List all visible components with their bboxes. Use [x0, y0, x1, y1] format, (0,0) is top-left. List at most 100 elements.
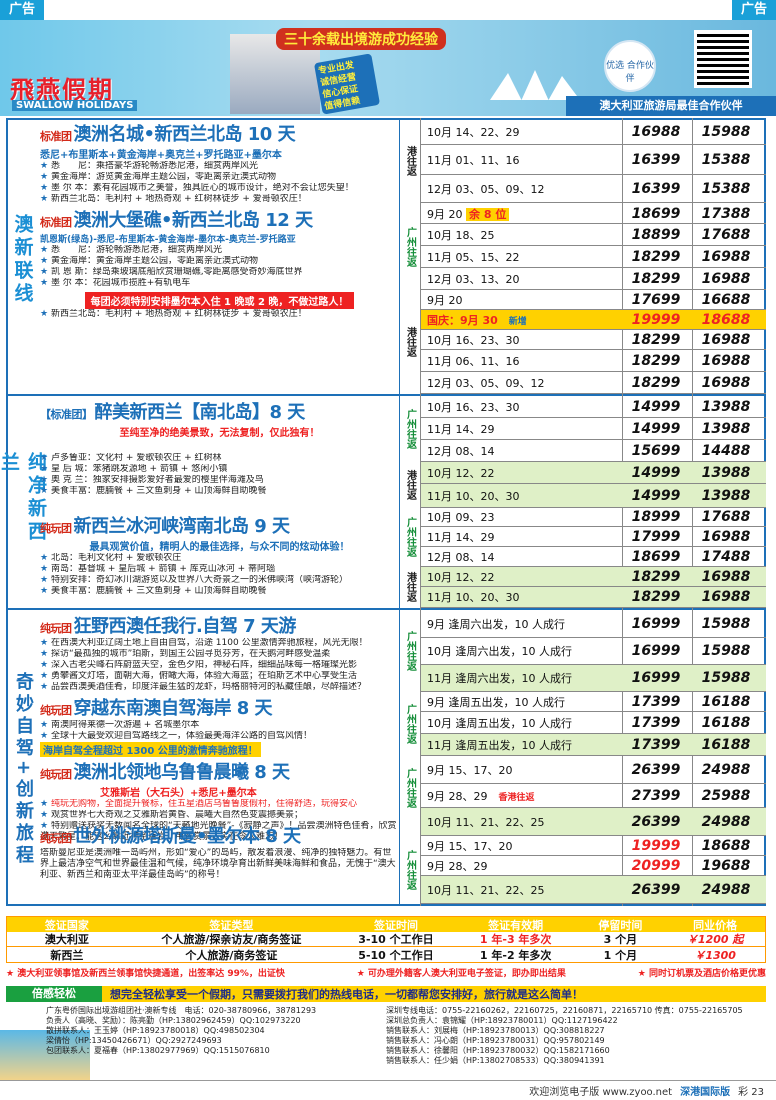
product-nz-glacier-9d[interactable]: 纯玩团 新西兰冰河峡湾南北岛 9 天 最具观赏价值，精明人的最佳选择，与众不同的炫…: [40, 512, 399, 606]
price-row[interactable]: 10月 12、22 18299 16988: [421, 567, 766, 587]
price-row[interactable]: 11月 逢周五出发，10 人成行 17399 16188: [421, 734, 766, 756]
product-title: 狂野西澳任我行.自驾 7 天游: [73, 616, 297, 637]
price-row[interactable]: 9月 20 17699 16688: [421, 290, 766, 310]
departure-via: 广州往返: [404, 631, 416, 671]
price-row[interactable]: 9月 28、29 香港往返 27399 25988: [421, 784, 766, 808]
itinerary-line: ★ 品尝西澳美酒佳肴，印度洋最生猛的龙虾，玛格丽特河的私藏佳酿，尽醉描述？: [40, 682, 366, 692]
itinerary-line: ★ 墨 尔 本：素有花园城市之美誉，独具匠心的城市设计，绝对不会让您失望！: [40, 183, 354, 193]
highlight-banner: 海岸自驾全程超过 1300 公里的激情奔驰旅程！: [40, 742, 261, 757]
product-se-coast-selfdrive-8d[interactable]: 纯玩团 穿越东南澳自驾海岸 8 天 ★ 南澳阿得莱德一次游遍 + 名城墨尔本 ★ …: [40, 694, 399, 757]
itinerary-line: ★ 北岛：毛利文化村 + 爱歌顿农庄: [40, 553, 182, 563]
product-tag: 纯玩团: [40, 622, 72, 635]
price-row[interactable]: 10月 11、21、22、25 26399 24988: [421, 876, 766, 904]
price-row[interactable]: 11月 06、11、16 18299 16988: [421, 350, 766, 372]
contact-shenzhen: 深圳专线电话：0755-22160262，22160725，22160871，2…: [386, 1006, 743, 1065]
section-label-aus-nz: 澳新联线: [11, 214, 34, 306]
product-subtitle: 凯恩斯(绿岛)-悉尼-布里斯本-黄金海岸-墨尔本-奥克兰-罗托路亚: [40, 235, 296, 245]
footer-brand: 深港国际版: [680, 1087, 731, 1098]
price-row[interactable]: 11月 14、29 17999 16988: [421, 527, 766, 547]
product-nz-8d[interactable]: 【标准团】 醉美新西兰【南北岛】8 天 至纯至净的绝美景致，无法复制，仅此独有！ …: [40, 398, 399, 508]
itinerary-line: ★ 南岛：基督城 + 皇后城 + 箭镇 + 库克山冰河 + 蒂阿瑙: [40, 564, 276, 574]
price-row[interactable]: 10月 12、22 14999 13988: [421, 462, 766, 484]
itinerary-line: ★ 全球十大最受欢迎自驾路线之一，体验最美海洋公路的自驾风情！: [40, 731, 312, 741]
product-gbr-nz-12d[interactable]: 标准团 澳洲大堡礁•新西兰北岛 12 天 凯恩斯(绿岛)-悉尼-布里斯本-黄金海岸…: [40, 206, 399, 326]
price-row-national-day[interactable]: 国庆：9月 30 新增 19999 18688: [421, 310, 766, 330]
departure-via: 广州往返: [404, 227, 416, 267]
partner-badge: 优选 合作伙伴: [604, 40, 656, 92]
departure-via: 港往返: [404, 470, 416, 500]
product-aus-nz-10d[interactable]: 标准团 澳洲名城•新西兰北岛 10 天 悉尼+布里斯本+黄金海岸+奥克兰+罗托路亚…: [40, 120, 399, 204]
price-row[interactable]: 10月 09、23 18999 17688: [421, 508, 766, 527]
price-row[interactable]: 9月 20 余 8 位 18699 17388: [421, 204, 766, 224]
itinerary-line: ★ 黄金海岸：黄金海岸主题公园，零距离亲近澳式动物: [40, 256, 258, 266]
price-row[interactable]: 10月 逢周六出发，10 人成行 16999 15988: [421, 638, 766, 665]
highlight-banner: 每团必须特别安排墨尔本入住 1 晚或 2 晚，不做过路人！: [84, 292, 355, 309]
product-tasmania-8d[interactable]: 纯玩团 世外桃源塔斯曼•墨尔本 8 天 塔斯曼尼亚是澳洲唯一岛屿州，形如“爱心”的…: [40, 822, 399, 904]
price-row[interactable]: 9月 逢周六出发，10 人成行 16999 15988: [421, 610, 766, 638]
itinerary-line: ★ 墨 尔 本：花园城市揽胜+有轨电车: [40, 278, 191, 288]
product-title: 澳洲大堡礁•新西兰北岛 12 天: [73, 210, 314, 231]
price-row[interactable]: 12月 03、05、09、12 18299 16988: [421, 372, 766, 394]
price-row[interactable]: 11月 05、15、22 18299 16988: [421, 246, 766, 268]
itinerary-line: ★ 新西兰北岛：毛利村 + 地热奇观 + 红树林徒步 + 爱哥顿农庄！: [40, 309, 307, 319]
price-row[interactable]: 11月 逢周六出发，10 人成行 16999 15988: [421, 665, 766, 692]
product-title: 澳洲北领地乌鲁鲁晨曦 8 天: [73, 762, 291, 783]
brand-logo-en: SWALLOW HOLIDAYS: [12, 100, 138, 111]
itinerary-line: ★ 探访“最孤独的城市”珀斯，到国王公园寻觅芬芳，在天鹅河畔感受温柔: [40, 649, 331, 659]
product-title: 澳洲名城•新西兰北岛 10 天: [73, 124, 296, 145]
departure-via: 广州往返: [404, 850, 416, 890]
price-row[interactable]: 10月 11、21、22、25 26399 24988: [421, 808, 766, 836]
price-row[interactable]: 12月 08、14 18699 17488: [421, 547, 766, 567]
footer-welcome[interactable]: 欢迎浏览电子版 www.zyoo.net: [529, 1083, 672, 1098]
product-subtitle: 悉尼+布里斯本+黄金海岸+奥克兰+罗托路亚+墨尔本: [40, 150, 282, 161]
product-wa-selfdrive-7d[interactable]: 纯玩团 狂野西澳任我行.自驾 7 天游 ★ 在西澳大利亚辽阔土地上自由自驾，沿途 …: [40, 612, 399, 692]
price-row[interactable]: 9月 15、17、20 26399 24988: [421, 756, 766, 784]
price-row[interactable]: 9月 15、17、20 19999 18688: [421, 836, 766, 856]
product-subtitle: 至纯至净的绝美景致，无法复制，仅此独有！: [119, 428, 320, 439]
price-row[interactable]: 10月 16、23、30 14999 13988: [421, 396, 766, 418]
contact-info: 广东粤侨国际出境游组团社·澳新专线 电话：020-38780966，387812…: [6, 1004, 766, 1078]
ad-label-left: 广告: [0, 0, 44, 20]
price-row[interactable]: 10月 16、23、30 18299 16988: [421, 330, 766, 350]
product-title: 新西兰冰河峡湾南北岛 9 天: [73, 516, 291, 537]
itinerary-line: ★ 卢多鲁亚：文化村 + 爱歌顿农庄 + 红树林: [40, 453, 222, 463]
itinerary-line: ★ 悉 尼：游轮畅游悉尼港，细赏两岸风光: [40, 245, 222, 255]
price-row[interactable]: 9月 逢周五出发，10 人成行 17399 16188: [421, 692, 766, 712]
product-subtitle: 艾雅斯岩（大石头）+悉尼+墨尔本: [100, 788, 257, 799]
price-row[interactable]: 10月 逢周五出发，10 人成行 17399 16188: [421, 712, 766, 734]
product-title: 世外桃源塔斯曼•墨尔本 8 天: [73, 826, 302, 847]
itinerary-line: ★ 黄金海岸：游览黄金海岸主题公园，零距离亲近澳式动物: [40, 172, 276, 182]
price-row[interactable]: 12月 03、13、20 18299 16988: [421, 268, 766, 290]
product-tag: 纯玩团: [40, 704, 72, 717]
price-row[interactable]: 10月 18、25 18899 17688: [421, 224, 766, 246]
itinerary-line: ★ 美食丰富：鹿腩餐 + 三文鱼刺身 + 山顶海鲜自助晚餐: [40, 486, 267, 496]
price-row[interactable]: 11月 01、11、16 16399 15388: [421, 145, 766, 175]
ad-label-right: 广告: [732, 0, 776, 20]
section-label-selfdrive: 奇妙自驾+创新旅程: [13, 672, 34, 868]
itinerary-line: ★ 在西澳大利亚辽阔土地上自由自驾，沿途 1100 公里激情奔驰旅程，风光无限！: [40, 638, 368, 648]
price-row[interactable]: 12月 08、14 15699 14488: [421, 440, 766, 462]
itinerary-line: ★ 勇攀酱文灯塔，面朝大海，俯瞰大海，体验大海蓝；在珀斯艺术中心享受生活: [40, 671, 357, 681]
product-tag: 标准团: [40, 216, 72, 229]
product-uluru-8d[interactable]: 纯玩团 澳洲北领地乌鲁鲁晨曦 8 天 艾雅斯岩（大石头）+悉尼+墨尔本 ★ 纯玩无…: [40, 758, 399, 842]
visa-row: 新西兰 个人旅游/商务签证 5-10 个工作日 1 年-2 年多次 1 个月 ￥1300: [50, 948, 736, 962]
qr-code[interactable]: [694, 30, 752, 88]
itinerary-line: ★ 南澳阿得莱德一次游遍 + 名城墨尔本: [40, 720, 200, 730]
page-footer: 欢迎浏览电子版 www.zyoo.net 深港国际版 彩 23: [0, 1080, 776, 1100]
relax-bar: 倍感轻松 想完全轻松享受一个假期，只需要拨打我们的热线电话，一切都帮您安排好，旅…: [6, 986, 766, 1002]
visa-table-header: 签证国家 签证类型 签证时间 签证有效期 停留时间 同业价格: [7, 917, 765, 932]
price-row[interactable]: 12月 03、05、09、12 16399 15388: [421, 175, 766, 203]
hk-return-note: 香港往返: [498, 792, 535, 803]
product-tag: 纯玩团: [40, 522, 72, 535]
product-tag: 纯玩团: [40, 768, 72, 781]
itinerary-line: ★ 纯玩无购物，全面提升餐标，住五星酒店乌鲁鲁度假村，住得舒适，玩得安心: [40, 799, 357, 809]
itinerary-line: ★ 特别安排：奇幻冰川湖游览以及世界八大奇景之一的米佛峡湾（峡湾游轮）: [40, 575, 348, 585]
price-row[interactable]: 11月 14、29 14999 13988: [421, 418, 766, 440]
price-row[interactable]: 10月 14、22、29 16988 15988: [421, 120, 766, 145]
departure-via: 港往返: [404, 572, 416, 602]
visa-row: 澳大利亚 个人旅游/探亲访友/商务签证 3-10 个工作日 1 年-3 年多次 3 个月…: [7, 932, 765, 947]
price-row[interactable]: 9月 28、29 20999 19688: [421, 856, 766, 876]
price-row[interactable]: 11月 10、20、30 18299 16988: [421, 587, 766, 608]
price-row[interactable]: 11月 10、20、30 14999 13988: [421, 484, 766, 508]
visa-note: ★ 同时订机票及酒店价格更优惠: [637, 969, 766, 979]
